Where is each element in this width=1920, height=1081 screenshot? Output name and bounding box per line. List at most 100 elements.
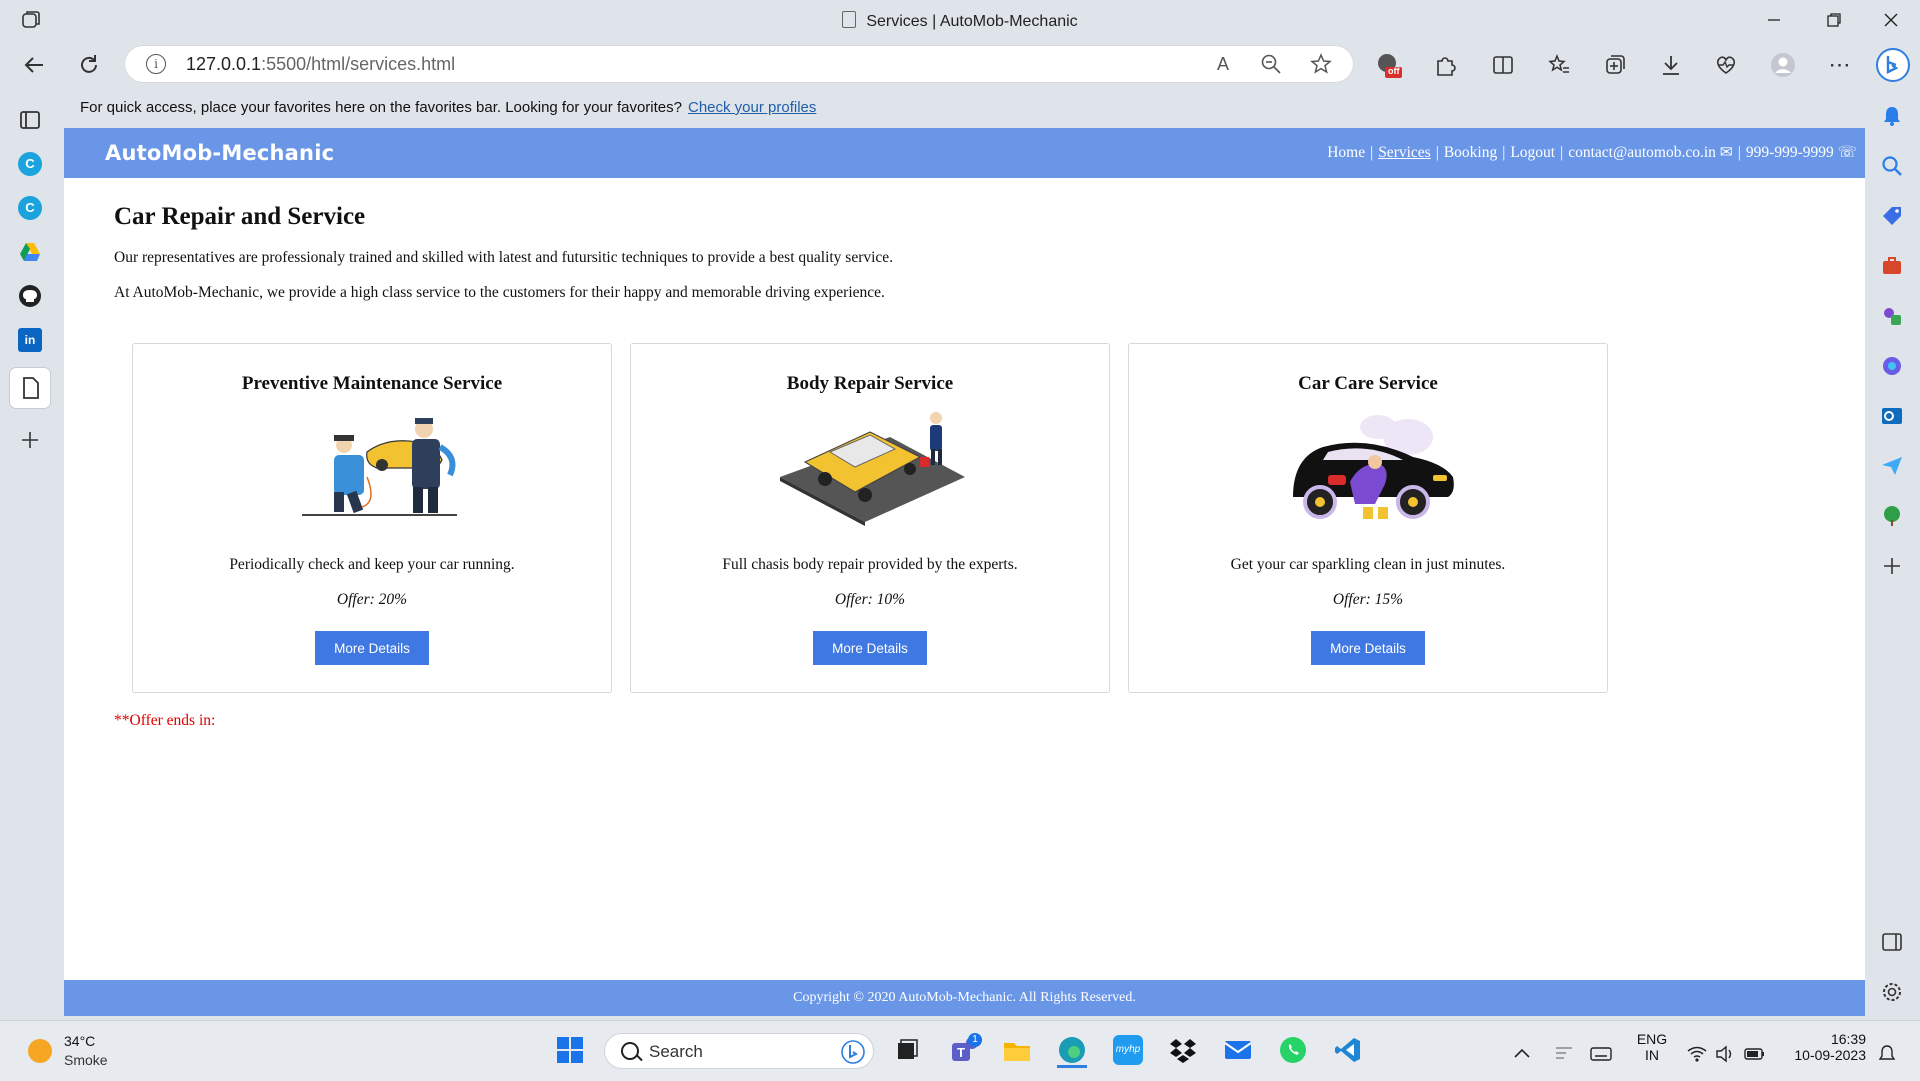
site-header: AutoMob-Mechanic Home | Services | Booking | L… bbox=[64, 128, 1865, 178]
whatsapp-icon[interactable] bbox=[1278, 1035, 1308, 1065]
favorites-bar-message: For quick access, place your favorites h… bbox=[80, 99, 682, 116]
nav-booking-link[interactable]: Booking bbox=[1444, 144, 1497, 161]
keyboard-icon[interactable] bbox=[1589, 1039, 1613, 1069]
teams-icon[interactable]: T 1 bbox=[948, 1033, 982, 1065]
more-details-button[interactable]: More Details bbox=[315, 631, 429, 665]
nav-home-link[interactable]: Home bbox=[1327, 144, 1365, 161]
split-screen-icon[interactable] bbox=[1490, 52, 1516, 78]
windows-start-icon[interactable] bbox=[555, 1035, 585, 1065]
edge-vertical-sidebar: C C in bbox=[0, 88, 62, 1020]
card-offer: Offer: 20% bbox=[336, 591, 408, 608]
page-icon bbox=[842, 11, 857, 28]
sidebar-toggle-icon[interactable] bbox=[1880, 930, 1904, 954]
site-info-icon[interactable]: i bbox=[146, 54, 166, 74]
notification-bell-icon[interactable] bbox=[1876, 1039, 1898, 1069]
minimize-icon[interactable] bbox=[1762, 8, 1786, 32]
service-cards: Preventive Maintenance Service Periodica… bbox=[132, 343, 1608, 693]
read-aloud-icon[interactable]: A bbox=[1212, 53, 1234, 75]
canva-icon[interactable]: C bbox=[18, 196, 42, 220]
mail-icon[interactable] bbox=[1223, 1035, 1253, 1065]
close-icon[interactable] bbox=[1879, 8, 1903, 32]
body-repair-illustration bbox=[780, 412, 965, 526]
github-icon[interactable] bbox=[18, 284, 42, 308]
canva-icon[interactable]: C bbox=[18, 152, 42, 176]
myhp-icon[interactable]: myhp bbox=[1113, 1035, 1143, 1065]
add-icon[interactable] bbox=[1880, 554, 1904, 578]
card-title: Preventive Maintenance Service bbox=[241, 373, 503, 394]
language-indicator[interactable]: ENG IN bbox=[1633, 1031, 1671, 1063]
pen-menu-icon[interactable] bbox=[1553, 1039, 1575, 1069]
nav-services-link[interactable]: Services bbox=[1378, 144, 1431, 161]
collections-icon[interactable] bbox=[1602, 52, 1628, 78]
tools-briefcase-icon[interactable] bbox=[1880, 254, 1904, 278]
tab-list-icon[interactable] bbox=[18, 108, 42, 132]
favorites-icon[interactable] bbox=[1546, 52, 1572, 78]
offer-countdown: **Offer ends in: bbox=[114, 712, 216, 729]
nav-email-link[interactable]: contact@automob.co.in ✉ bbox=[1568, 144, 1733, 161]
taskbar-search[interactable]: Search bbox=[604, 1033, 874, 1069]
battery-icon[interactable] bbox=[1744, 1039, 1766, 1069]
task-view-icon[interactable] bbox=[892, 1035, 922, 1065]
nav-logout-link[interactable]: Logout bbox=[1510, 144, 1555, 161]
performance-icon[interactable] bbox=[1713, 52, 1739, 78]
refresh-icon[interactable] bbox=[76, 52, 102, 78]
bing-icon bbox=[841, 1040, 865, 1064]
tree-icon[interactable] bbox=[1880, 504, 1904, 528]
shopping-tag-icon[interactable] bbox=[1880, 204, 1904, 228]
downloads-icon[interactable] bbox=[1658, 52, 1684, 78]
vscode-icon[interactable] bbox=[1333, 1035, 1363, 1065]
site-brand[interactable]: AutoMob-Mechanic bbox=[105, 141, 334, 165]
extension-off-icon[interactable]: off bbox=[1376, 52, 1402, 78]
card-description: Get your car sparkling clean in just min… bbox=[1230, 556, 1506, 573]
window-title: Services | AutoMob-Mechanic bbox=[0, 11, 1920, 31]
search-icon bbox=[621, 1042, 639, 1060]
settings-gear-icon[interactable] bbox=[1880, 980, 1904, 1004]
favorite-star-icon[interactable] bbox=[1310, 53, 1332, 75]
restore-icon[interactable] bbox=[1822, 8, 1846, 32]
games-icon[interactable] bbox=[1880, 304, 1904, 328]
bing-copilot-icon[interactable] bbox=[1876, 48, 1910, 82]
page-viewport: AutoMob-Mechanic Home | Services | Booking | L… bbox=[64, 128, 1865, 1016]
wifi-icon[interactable] bbox=[1686, 1039, 1708, 1069]
add-icon[interactable] bbox=[18, 428, 42, 452]
nav-phone-link[interactable]: 999-999-9999 ☏ bbox=[1746, 144, 1857, 161]
pages-icon[interactable] bbox=[10, 368, 50, 408]
page-content: Car Repair and Service Our representativ… bbox=[64, 202, 1865, 302]
language-text: ENG bbox=[1636, 1031, 1668, 1047]
copilot-icon[interactable] bbox=[1880, 354, 1904, 378]
extensions-puzzle-icon[interactable] bbox=[1432, 52, 1458, 78]
more-details-button[interactable]: More Details bbox=[813, 631, 927, 665]
clock[interactable]: 16:39 10-09-2023 bbox=[1784, 1031, 1866, 1063]
teams-badge: 1 bbox=[968, 1033, 982, 1047]
linkedin-icon[interactable]: in bbox=[18, 328, 42, 352]
google-drive-icon[interactable] bbox=[18, 240, 42, 264]
send-icon[interactable] bbox=[1880, 454, 1904, 478]
more-details-button[interactable]: More Details bbox=[1311, 631, 1425, 665]
profile-avatar[interactable] bbox=[1770, 52, 1796, 78]
nav-separator: | bbox=[1435, 144, 1439, 161]
edge-browser-icon[interactable] bbox=[1057, 1035, 1087, 1068]
card-description: Full chasis body repair provided by the … bbox=[722, 556, 1018, 573]
outlook-icon[interactable] bbox=[1880, 404, 1904, 428]
site-nav: Home | Services | Booking | Logout | contact@aut… bbox=[1327, 143, 1857, 162]
search-label: Search bbox=[649, 1042, 703, 1061]
intro-paragraph-1: Our representatives are professionaly tr… bbox=[114, 249, 894, 266]
check-profiles-link[interactable]: Check your profiles bbox=[688, 99, 816, 116]
dropbox-icon[interactable] bbox=[1168, 1035, 1198, 1065]
window-title-text: Services | AutoMob-Mechanic bbox=[866, 13, 1078, 30]
nav-separator: | bbox=[1560, 144, 1564, 161]
chevron-up-icon[interactable] bbox=[1511, 1039, 1533, 1069]
region-text: IN bbox=[1645, 1047, 1659, 1063]
more-options-icon[interactable]: ⋯ bbox=[1827, 52, 1853, 78]
address-bar[interactable]: i 127.0.0.1:5500/html/services.html A bbox=[124, 45, 1354, 83]
nav-separator: | bbox=[1737, 144, 1741, 161]
notification-bell-icon[interactable] bbox=[1880, 104, 1904, 128]
card-title: Body Repair Service bbox=[786, 373, 954, 394]
volume-icon[interactable] bbox=[1714, 1039, 1736, 1069]
zoom-out-icon[interactable] bbox=[1260, 53, 1282, 75]
title-bar: Services | AutoMob-Mechanic bbox=[0, 0, 1920, 40]
back-icon[interactable] bbox=[21, 52, 47, 78]
url-text[interactable]: 127.0.0.1:5500/html/services.html bbox=[186, 54, 455, 75]
file-explorer-icon[interactable] bbox=[1002, 1035, 1032, 1065]
search-icon[interactable] bbox=[1880, 154, 1904, 178]
